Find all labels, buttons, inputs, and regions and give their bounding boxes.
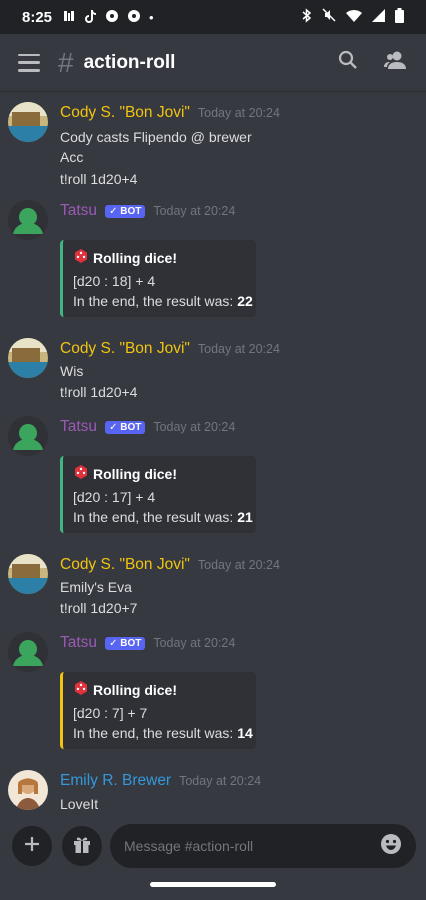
hamburger-menu-icon[interactable]	[18, 53, 40, 72]
dice-icon	[73, 680, 89, 699]
battery-icon	[395, 7, 404, 27]
gift-button[interactable]	[62, 826, 102, 866]
timestamp: Today at 20:24	[153, 204, 236, 218]
message-text: LoveIt	[60, 796, 99, 812]
timestamp: Today at 20:24	[197, 342, 280, 356]
channel-header: # action-roll	[0, 34, 426, 92]
timestamp: Today at 20:24	[197, 106, 280, 120]
add-attachment-button[interactable]	[12, 826, 52, 866]
gift-icon	[72, 834, 92, 859]
embed-title: Rolling dice!	[73, 464, 246, 483]
message-input[interactable]	[124, 838, 380, 854]
author-name[interactable]: Tatsu	[60, 202, 97, 220]
embed-title: Rolling dice!	[73, 680, 246, 699]
bot-avatar[interactable]	[8, 416, 48, 456]
message-text: Emily's Eva	[60, 579, 132, 595]
author-name[interactable]: Tatsu	[60, 634, 97, 652]
roll-result: 14	[237, 725, 253, 741]
timestamp: Today at 20:24	[197, 558, 280, 572]
dice-embed: Rolling dice! [d20 : 7] + 7 In the end, …	[60, 672, 256, 749]
avatar[interactable]	[8, 554, 48, 594]
message-text: Wis	[60, 363, 84, 379]
dice-icon	[73, 464, 89, 483]
avatar[interactable]	[8, 338, 48, 378]
message-text: Acc	[60, 149, 84, 165]
emoji-icon[interactable]	[380, 833, 402, 860]
signal-icon	[372, 8, 385, 26]
soccer-ball-icon-2	[127, 9, 141, 26]
dice-embed: Rolling dice! [d20 : 18] + 4 In the end,…	[60, 240, 256, 317]
timestamp: Today at 20:24	[153, 420, 236, 434]
message-list[interactable]: Cody S. "Bon Jovi" Today at 20:24 Cody c…	[0, 92, 426, 812]
roll-result-row: In the end, the result was: 14	[73, 725, 253, 741]
author-name[interactable]: Tatsu	[60, 418, 97, 436]
search-icon[interactable]	[338, 50, 358, 75]
message-text: Cody casts Flipendo @ brewer	[60, 129, 252, 145]
author-name[interactable]: Emily R. Brewer	[60, 772, 171, 790]
roll-result: 21	[237, 509, 253, 525]
message-text: t!roll 1d20+7	[60, 600, 138, 616]
avatar[interactable]	[8, 102, 48, 142]
bot-avatar[interactable]	[8, 200, 48, 240]
bluetooth-icon	[302, 7, 312, 27]
bot-badge: ✓ BOT	[105, 205, 146, 218]
avatar[interactable]	[8, 770, 48, 810]
author-name[interactable]: Cody S. "Bon Jovi"	[60, 340, 190, 358]
author-name[interactable]: Cody S. "Bon Jovi"	[60, 556, 190, 574]
plus-icon	[23, 835, 41, 858]
mute-icon	[322, 8, 336, 26]
message-text: t!roll 1d20+4	[60, 384, 138, 400]
status-dot: •	[149, 9, 154, 25]
author-name[interactable]: Cody S. "Bon Jovi"	[60, 104, 190, 122]
roll-detail: [d20 : 18] + 4	[73, 273, 156, 289]
message-text: t!roll 1d20+4	[60, 171, 138, 187]
channel-title: action-roll	[83, 51, 176, 73]
system-icons	[302, 7, 404, 27]
wifi-icon	[346, 9, 362, 26]
status-bar: 8:25 •	[0, 0, 426, 34]
notification-icons: •	[62, 9, 154, 26]
message-input-box[interactable]	[110, 824, 416, 868]
bot-avatar[interactable]	[8, 632, 48, 672]
bot-badge: ✓ BOT	[105, 421, 146, 434]
status-time: 8:25	[22, 8, 53, 26]
roll-result-row: In the end, the result was: 22	[73, 293, 253, 309]
dice-embed: Rolling dice! [d20 : 17] + 4 In the end,…	[60, 456, 256, 533]
roll-detail: [d20 : 17] + 4	[73, 489, 156, 505]
bot-badge: ✓ BOT	[105, 637, 146, 650]
timestamp: Today at 20:24	[179, 774, 262, 788]
roll-result-row: In the end, the result was: 21	[73, 509, 253, 525]
members-icon[interactable]	[384, 50, 408, 75]
home-indicator[interactable]	[150, 882, 276, 887]
channel-hash-icon: #	[58, 46, 74, 78]
soccer-ball-icon	[105, 9, 119, 26]
roll-detail: [d20 : 7] + 7	[73, 705, 148, 721]
roll-result: 22	[237, 293, 253, 309]
dice-icon	[73, 248, 89, 267]
embed-title: Rolling dice!	[73, 248, 246, 267]
tiktok-icon	[84, 9, 97, 26]
notification-app-icon	[62, 9, 76, 26]
timestamp: Today at 20:24	[153, 636, 236, 650]
